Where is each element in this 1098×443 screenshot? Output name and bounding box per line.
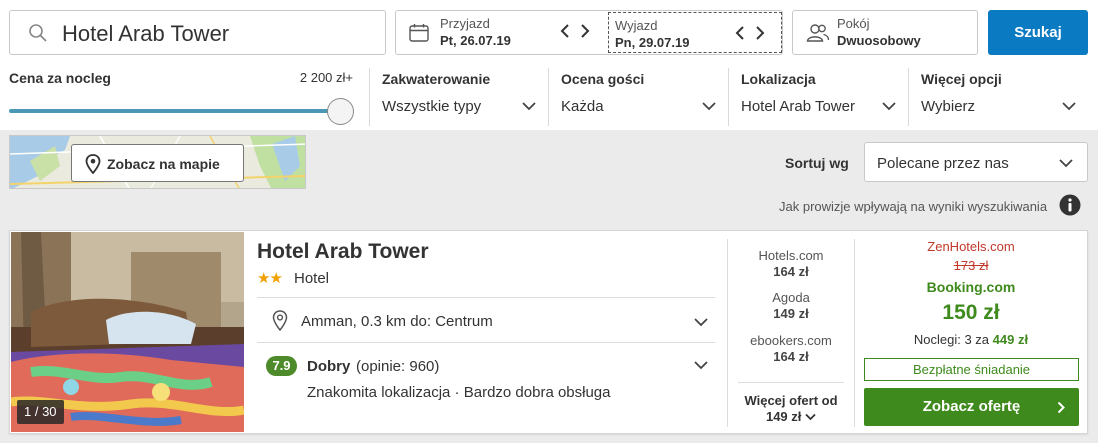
info-icon[interactable]: [1059, 194, 1081, 216]
room-label: Pokój: [837, 16, 870, 31]
sort-label: Sortuj wg: [785, 155, 849, 171]
compared-old-price: 173 zł: [953, 258, 989, 273]
chevron-down-icon: [1062, 102, 1076, 111]
price-max-value: 2 200 zł+: [299, 70, 353, 85]
accommodation-value: Wszystkie typy: [382, 98, 482, 115]
provider-name: Hotels.com: [758, 248, 824, 263]
location-filter[interactable]: Lokalizacja Hotel Arab Tower: [728, 68, 908, 126]
provider-price: 164 zł: [773, 349, 809, 364]
sort-value: Polecane przez nas: [877, 155, 1009, 172]
star-rating: ★★: [257, 270, 283, 287]
location-pin-icon: [272, 310, 288, 331]
chevron-down-icon: [1059, 159, 1073, 168]
provider-offer[interactable]: Agoda 149 zł: [736, 290, 846, 321]
rating-score-badge: 7.9: [266, 356, 297, 376]
chevron-down-icon[interactable]: [694, 361, 708, 370]
price-filter-label: Cena za nocleg: [9, 70, 111, 86]
accommodation-filter[interactable]: Zakwaterowanie Wszystkie typy: [369, 68, 548, 126]
room-value: Dwuosobowy: [837, 33, 921, 48]
more-offers-price: 149 zł: [765, 409, 802, 424]
search-button[interactable]: Szukaj: [988, 10, 1088, 55]
provider-price: 149 zł: [773, 306, 809, 321]
search-icon: [29, 24, 47, 42]
more-options-filter[interactable]: Więcej opcji Wybierz: [908, 68, 1088, 126]
room-selector[interactable]: Pokój Dwuosobowy: [792, 10, 978, 55]
compared-provider-name[interactable]: ZenHotels.com: [863, 239, 1079, 254]
commission-info-link[interactable]: Jak prowizje wpływają na wyniki wyszukiw…: [779, 199, 1047, 214]
nights-total: 449 zł: [992, 332, 1029, 347]
more-offers-button[interactable]: Więcej ofert od 149 zł: [736, 393, 846, 425]
more-offers-label: Więcej ofert od: [744, 393, 838, 408]
chevron-right-icon[interactable]: [578, 22, 592, 40]
more-offers-price-row: 149 zł: [736, 409, 846, 425]
total-stay-price: Noclegi: 3 za 449 zł: [863, 332, 1079, 347]
chevron-down-icon: [805, 413, 816, 421]
chevron-down-icon: [882, 102, 896, 111]
results-area: Zobacz na mapie Sortuj wg Polecane przez…: [0, 130, 1098, 443]
more-options-label: Więcej opcji: [921, 71, 1002, 87]
checkout-value: Pn, 29.07.19: [615, 35, 690, 50]
map-preview[interactable]: Zobacz na mapie: [9, 135, 306, 189]
provider-offer[interactable]: ebookers.com 164 zł: [736, 333, 846, 364]
nights-prefix: Noclegi: 3 za: [913, 332, 990, 347]
chevron-right-icon[interactable]: [753, 24, 767, 42]
checkin-field[interactable]: Przyjazd Pt, 26.07.19: [396, 11, 607, 54]
chevron-down-icon[interactable]: [694, 318, 708, 327]
guests-icon: [806, 24, 830, 42]
divider: [727, 239, 728, 427]
photo-counter: 1 / 30: [17, 400, 64, 424]
divider: [738, 382, 844, 383]
view-offer-button[interactable]: Zobacz ofertę: [864, 388, 1079, 426]
divider: [854, 239, 855, 427]
free-breakfast-badge: Bezpłatne śniadanie: [864, 358, 1079, 381]
guest-rating-filter[interactable]: Ocena gości Każda: [548, 68, 728, 126]
review-count[interactable]: (opinie: 960): [356, 358, 439, 375]
calendar-icon: [409, 24, 429, 42]
more-options-value: Wybierz: [921, 98, 976, 115]
price-slider-handle[interactable]: [327, 98, 354, 125]
hotel-location[interactable]: Amman, 0.3 km do: Centrum: [301, 313, 493, 330]
price-slider-track[interactable]: [9, 109, 341, 113]
map-pin-icon: [85, 154, 101, 174]
hotel-type: Hotel: [294, 270, 330, 287]
view-offer-label: Zobacz ofertę: [922, 398, 1021, 415]
show-on-map-button[interactable]: Zobacz na mapie: [71, 144, 244, 182]
chevron-left-icon[interactable]: [733, 24, 747, 42]
hotel-name[interactable]: Hotel Arab Tower: [257, 240, 429, 264]
provider-offer[interactable]: Hotels.com 164 zł: [736, 248, 846, 279]
hotel-photo[interactable]: 1 / 30: [11, 232, 244, 432]
checkin-label: Przyjazd: [440, 16, 490, 31]
provider-name: Agoda: [772, 290, 810, 305]
checkout-label: Wyjazd: [615, 18, 658, 33]
hotel-highlights: Znakomita lokalizacja · Bardzo dobra obs…: [307, 384, 611, 401]
best-deal-provider[interactable]: Booking.com: [863, 279, 1079, 295]
divider: [257, 342, 715, 343]
search-input[interactable]: Hotel Arab Tower: [9, 10, 386, 55]
chevron-down-icon: [522, 102, 536, 111]
chevron-down-icon: [702, 102, 716, 111]
checkout-field[interactable]: Wyjazd Pn, 29.07.19: [608, 12, 782, 53]
checkin-value: Pt, 26.07.19: [440, 33, 511, 48]
chevron-left-icon[interactable]: [558, 22, 572, 40]
show-on-map-label: Zobacz na mapie: [107, 156, 220, 172]
divider: [257, 297, 715, 298]
chevron-right-icon: [1057, 401, 1065, 414]
best-deal-price[interactable]: 150 zł: [863, 301, 1079, 325]
location-label: Lokalizacja: [741, 71, 816, 87]
date-picker: Przyjazd Pt, 26.07.19 Wyjazd Pn, 29.07.1…: [395, 10, 783, 55]
hotel-result-card: 1 / 30 Hotel Arab Tower ★★ Hotel Amman, …: [9, 230, 1088, 434]
guest-rating-label: Ocena gości: [561, 71, 645, 87]
sort-dropdown[interactable]: Polecane przez nas: [864, 142, 1088, 182]
guest-rating-value: Każda: [561, 98, 604, 115]
provider-name: ebookers.com: [750, 333, 832, 348]
provider-price: 164 zł: [773, 264, 809, 279]
price-filter: Cena za nocleg 2 200 zł+: [9, 70, 359, 126]
accommodation-label: Zakwaterowanie: [382, 71, 491, 87]
search-input-value: Hotel Arab Tower: [62, 21, 230, 46]
location-value: Hotel Arab Tower: [741, 98, 855, 115]
top-search-bar: Hotel Arab Tower Przyjazd Pt, 26.07.19 W…: [0, 0, 1098, 64]
filter-bar: Cena za nocleg 2 200 zł+ Zakwaterowanie …: [0, 64, 1098, 130]
rating-word[interactable]: Dobry: [307, 358, 350, 375]
